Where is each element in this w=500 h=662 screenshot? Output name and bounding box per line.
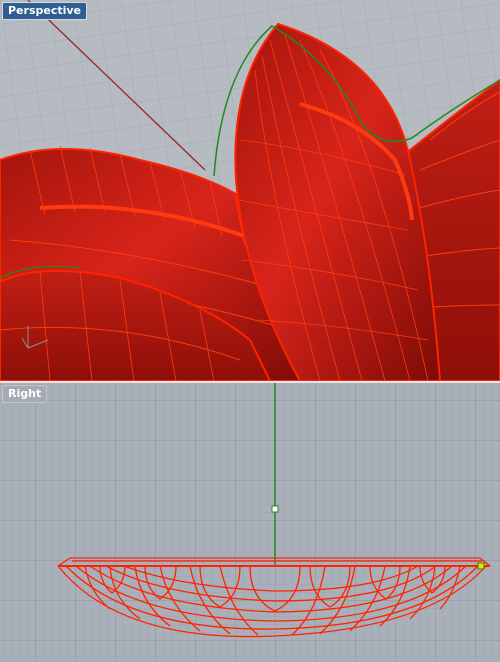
right-viewport-title[interactable]: Right (2, 385, 48, 403)
right-viewport[interactable]: Right (0, 383, 500, 662)
right-canvas[interactable] (0, 383, 500, 662)
selection-grip[interactable] (477, 562, 485, 570)
perspective-canvas[interactable] (0, 0, 500, 381)
perspective-viewport-title[interactable]: Perspective (2, 2, 88, 20)
perspective-viewport[interactable]: Perspective (0, 0, 500, 381)
control-point[interactable] (271, 505, 279, 513)
